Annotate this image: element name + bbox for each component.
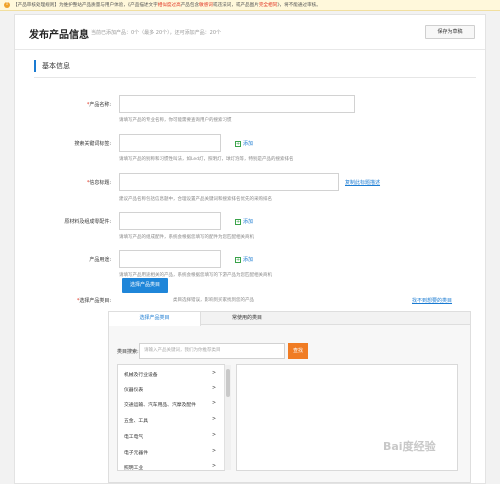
copy-title-link[interactable]: 复制此标题描述 [345,179,380,186]
notice-bar: ! 【产品审核处理规则】为维护整站产品质量与用户体验，《产品描述文字 相似度过高… [0,0,500,11]
notice-text-1: 【产品审核处理规则】为维护整站产品质量与用户体验，《产品描述文字 [13,3,158,8]
category-search-label: 类目搜索: [117,349,139,355]
list-item[interactable]: 机械及行业设备 > [124,371,216,378]
list-item[interactable]: 电子元器件 > [124,449,216,456]
category-list-scrollbar[interactable] [224,365,231,470]
category-search-button[interactable]: 查找 [288,343,308,359]
list-item[interactable]: 五金、工具 > [124,417,216,424]
category-label: *选择产品类目: [76,298,111,304]
plus-icon: + [235,218,241,225]
plus-icon: + [235,256,241,263]
list-item[interactable]: 交通运输、汽车用品、汽摩及配件 > [124,401,216,408]
notice-text-3: 产品包含 [180,3,200,8]
add-keyword-button[interactable]: + 添加 [235,140,253,147]
scroll-thumb[interactable] [226,369,230,397]
materials-label: 原材料及组成零配件: [64,219,111,225]
usage-label: 产品用途: [89,257,111,263]
product-name-input[interactable] [119,95,355,113]
search-keywords-input[interactable] [119,134,221,152]
category-hint: 类目选择错误，影响到买家找到您的产品 [173,298,254,303]
materials-input[interactable] [119,212,221,230]
page-title: 发布产品信息 [29,30,89,41]
tab-frequent-category[interactable]: 常使用的类目 [201,312,293,325]
notice-text-7: 》，将不能通过审核。 [277,3,321,8]
category-tabs: 选择产品类目 常使用的类目 [109,312,470,326]
section-divider [34,77,476,78]
add-usage-button[interactable]: + 添加 [235,256,253,263]
page-header: 发布产品信息 当前已添加产品：0个（最多 20个），还可添加产品：20个 保存为… [15,15,485,50]
category-selector: 选择产品类目 常使用的类目 类目搜索: 请输入产品关键词，我们为你推荐类目 查找… [108,311,471,483]
list-item[interactable]: 照明工业 > [124,464,216,471]
subcategory-list [236,364,458,471]
list-item[interactable]: 仪器仪表 > [124,386,216,393]
plus-icon: + [235,140,241,147]
section-title: 基本信息 [34,60,70,72]
product-quota-stats: 当前已添加产品：0个（最多 20个），还可添加产品：20个 [91,30,221,36]
materials-hint: 请填写产品的组成配件，系统会根据您填写的配件为您匹配相关商机 [119,235,254,240]
product-name-hint: 请填写产品的专业名称，你可能需要查询用户的搜索习惯 [119,118,232,123]
category-not-found-link[interactable]: 找不到想要的类目 [412,297,452,304]
notice-text-5: 或违法词，或产品图片 [212,3,259,8]
category-search-input[interactable]: 请输入产品关键词，我们为你推荐类目 [139,343,285,359]
tab-select-category[interactable]: 选择产品类目 [109,312,201,326]
info-title-label: *信息标题: [86,180,111,186]
list-item[interactable]: 电工电气 > [124,433,216,440]
notice-text-4: 敏感词 [199,3,213,8]
notice-text-6: 完全相同 [258,3,278,8]
category-list: 机械及行业设备 > 仪器仪表 > 交通运输、汽车用品、汽摩及配件 > 五金、工具 > 电… [117,364,225,471]
search-keywords-label: 搜索关键词标签: [74,141,111,147]
warning-icon: ! [4,2,10,8]
publish-page: 发布产品信息 当前已添加产品：0个（最多 20个），还可添加产品：20个 保存为… [14,14,486,484]
select-category-button[interactable]: 选择产品类目 [122,278,168,293]
search-keywords-hint: 请填写产品的别称和习惯性叫法，如Led灯，照明灯，球灯泡等，特别是产品的搜索排名 [119,157,294,162]
notice-text-2: 相似度过高 [157,3,181,8]
info-title-hint: 建议产品名称包括信息题中，合理设置产品关键词和搜索排名优先的采购排名 [119,197,272,202]
usage-input[interactable] [119,250,221,268]
product-name-label: *产品名称: [86,102,111,108]
add-material-button[interactable]: + 添加 [235,218,253,225]
save-draft-button[interactable]: 保存为草稿 [425,25,475,39]
info-title-input[interactable] [119,173,339,191]
watermark: Bai度经验 [383,440,436,453]
